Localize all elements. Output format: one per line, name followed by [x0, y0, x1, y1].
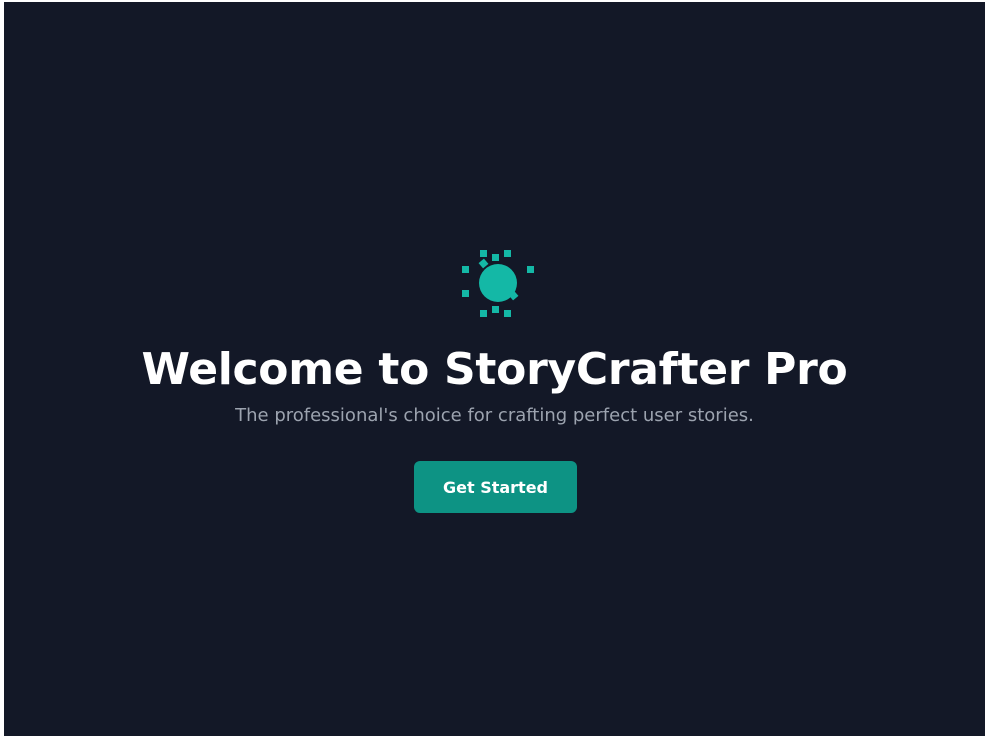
sparkle-circle-icon: [462, 250, 534, 317]
get-started-button[interactable]: Get Started: [414, 461, 577, 513]
app-window: Welcome to StoryCrafter Pro The professi…: [4, 2, 985, 736]
page-title: Welcome to StoryCrafter Pro: [141, 344, 848, 395]
welcome-hero: Welcome to StoryCrafter Pro The professi…: [4, 2, 985, 736]
tagline: The professional's choice for crafting p…: [235, 405, 754, 426]
